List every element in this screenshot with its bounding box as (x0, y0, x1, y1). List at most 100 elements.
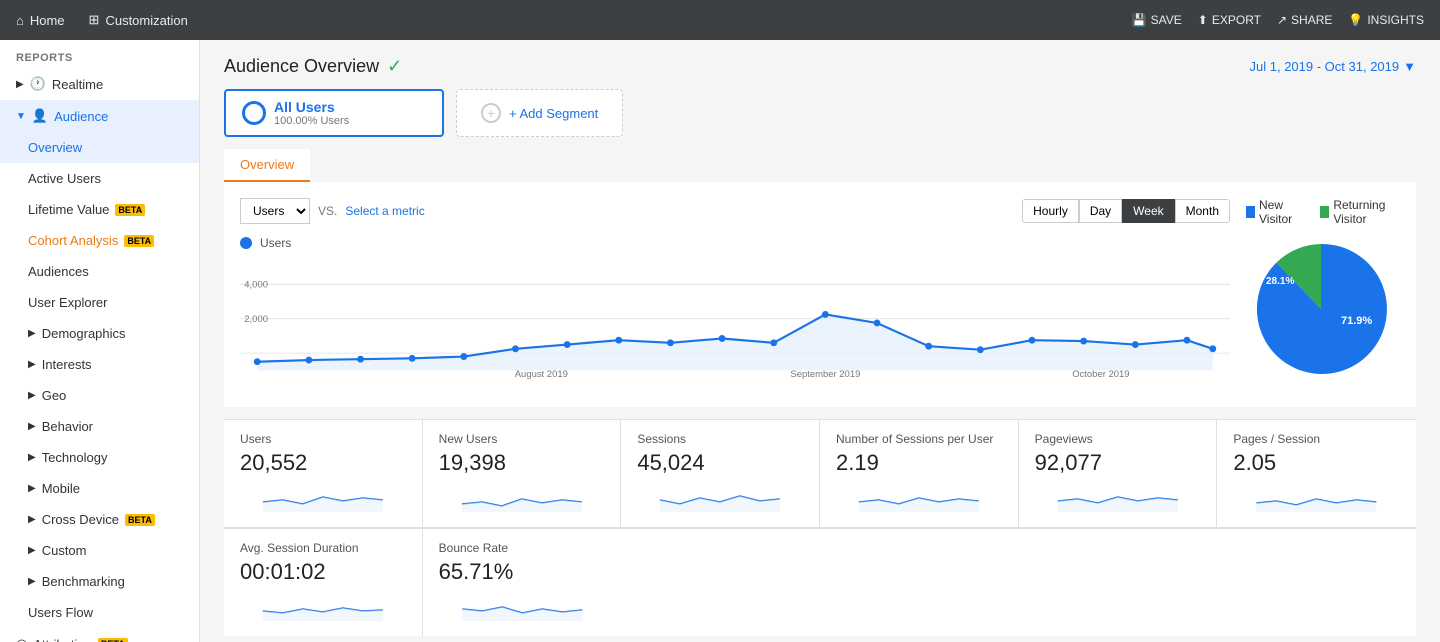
sidebar-item-realtime[interactable]: ▶ 🕐 Realtime (0, 68, 199, 100)
metric-avg-session: Avg. Session Duration 00:01:02 (224, 529, 423, 636)
nav-customization[interactable]: ⊞ Customization (89, 12, 188, 28)
metric-sessions: Sessions 45,024 (621, 420, 820, 528)
svg-text:71.9%: 71.9% (1341, 315, 1372, 327)
beta-badge-cross: BETA (125, 514, 155, 526)
metric-users: Users 20,552 (224, 420, 423, 528)
svg-text:28.1%: 28.1% (1266, 276, 1294, 287)
insights-icon: 💡 (1348, 13, 1363, 27)
sidebar-item-demographics[interactable]: ▶ Demographics (0, 318, 199, 349)
beta-badge-lifetime: BETA (115, 204, 145, 216)
svg-text:October 2019: October 2019 (1072, 369, 1129, 380)
sparkline-spu (836, 482, 1002, 512)
home-icon: ⌂ (16, 13, 24, 28)
reports-label: REPORTS (0, 40, 199, 68)
beta-badge-attribution: BETA (98, 638, 128, 642)
sidebar-item-custom[interactable]: ▶ Custom (0, 535, 199, 566)
sidebar-item-audience[interactable]: ▼ 👤 Audience (0, 100, 199, 132)
export-button[interactable]: ⬆ EXPORT (1198, 13, 1261, 27)
overview-tab[interactable]: Overview (224, 149, 310, 182)
sidebar-item-interests[interactable]: ▶ Interests (0, 349, 199, 380)
page-title: Audience Overview (224, 56, 379, 77)
new-visitor-legend-label: New Visitor (1259, 198, 1304, 226)
verified-icon: ✓ (387, 56, 402, 77)
grid-icon: ⊞ (89, 12, 100, 28)
pie-chart: 71.9% 28.1% (1246, 234, 1396, 384)
add-circle: + (481, 103, 501, 123)
insights-button[interactable]: 💡 INSIGHTS (1348, 13, 1424, 27)
metric-new-users: New Users 19,398 (423, 420, 622, 528)
chevron-right-icon-demo: ▶ (28, 328, 36, 339)
nav-home[interactable]: ⌂ Home (16, 13, 65, 28)
sidebar-item-cross-device[interactable]: ▶ Cross Device BETA (0, 504, 199, 535)
legend-label: Users (260, 236, 291, 250)
sidebar-item-lifetime-value[interactable]: Lifetime Value BETA (0, 194, 199, 225)
metric-select[interactable]: Users (240, 198, 310, 224)
chevron-right-icon-interests: ▶ (28, 359, 36, 370)
sparkline-bounce (439, 591, 606, 621)
time-btn-week[interactable]: Week (1122, 199, 1174, 223)
chevron-right-icon-cross: ▶ (28, 514, 36, 525)
sidebar-item-benchmarking[interactable]: ▶ Benchmarking (0, 566, 199, 597)
customization-label: Customization (105, 13, 187, 28)
time-btn-month[interactable]: Month (1175, 199, 1230, 223)
sparkline-pps (1233, 482, 1400, 512)
sidebar: REPORTS ▶ 🕐 Realtime ▼ 👤 Audience Overvi… (0, 40, 200, 642)
select-metric-link[interactable]: Select a metric (345, 204, 424, 218)
segment-bar: All Users 100.00% Users + + Add Segment (224, 89, 1416, 137)
chevron-down-icon: ▼ (1403, 59, 1416, 74)
metric-bounce-rate: Bounce Rate 65.71% (423, 529, 622, 636)
sidebar-item-users-flow[interactable]: Users Flow (0, 597, 199, 628)
vs-label: VS. (318, 204, 337, 218)
share-icon: ↗ (1277, 13, 1287, 27)
pie-legend: New Visitor Returning Visitor (1246, 198, 1400, 226)
chevron-right-icon-behavior: ▶ (28, 421, 36, 432)
save-icon: 💾 (1132, 13, 1147, 27)
time-btn-hourly[interactable]: Hourly (1022, 199, 1079, 223)
chart-controls: Users VS. Select a metric Hourly Day Wee… (240, 198, 1230, 224)
chart-container: Users VS. Select a metric Hourly Day Wee… (224, 182, 1416, 407)
line-chart: 4,000 2,000 (240, 258, 1230, 388)
save-button[interactable]: 💾 SAVE (1132, 13, 1182, 27)
segment-sub: 100.00% Users (274, 115, 349, 127)
sidebar-item-geo[interactable]: ▶ Geo (0, 380, 199, 411)
time-buttons: Hourly Day Week Month (1022, 199, 1230, 223)
sidebar-item-cohort-analysis[interactable]: Cohort Analysis BETA (0, 225, 199, 256)
metric-sessions-per-user: Number of Sessions per User 2.19 (820, 420, 1019, 528)
beta-badge-cohort: BETA (124, 235, 154, 247)
time-btn-day[interactable]: Day (1079, 199, 1122, 223)
sparkline-sessions (637, 482, 803, 512)
new-visitor-legend-dot (1246, 206, 1255, 218)
sidebar-item-mobile[interactable]: ▶ Mobile (0, 473, 199, 504)
sidebar-item-user-explorer[interactable]: User Explorer (0, 287, 199, 318)
add-segment-button[interactable]: + + Add Segment (456, 89, 623, 137)
chevron-right-icon-bench: ▶ (28, 576, 36, 587)
sidebar-item-active-users[interactable]: Active Users (0, 163, 199, 194)
sparkline-pageviews (1035, 482, 1201, 512)
sparkline-avg-session (240, 591, 406, 621)
svg-text:September 2019: September 2019 (790, 369, 860, 380)
returning-visitor-legend-dot (1320, 206, 1329, 218)
legend-dot (240, 237, 252, 249)
share-button[interactable]: ↗ SHARE (1277, 13, 1332, 27)
chart-legend: Users (240, 236, 1230, 250)
top-nav-right: 💾 SAVE ⬆ EXPORT ↗ SHARE 💡 INSIGHTS (1132, 13, 1424, 27)
chevron-right-icon-geo: ▶ (28, 390, 36, 401)
export-icon: ⬆ (1198, 13, 1208, 27)
svg-text:2,000: 2,000 (244, 314, 268, 325)
sidebar-item-overview[interactable]: Overview (0, 132, 199, 163)
sidebar-item-attribution[interactable]: ◎ Attribution BETA (0, 628, 199, 642)
top-nav: ⌂ Home ⊞ Customization 💾 SAVE ⬆ EXPORT ↗… (0, 0, 1440, 40)
svg-text:August 2019: August 2019 (515, 369, 568, 380)
sidebar-item-technology[interactable]: ▶ Technology (0, 442, 199, 473)
sparkline-users (240, 482, 406, 512)
home-label: Home (30, 13, 65, 28)
metrics-grid: Users 20,552 New Users 19,398 (224, 419, 1416, 528)
person-icon: 👤 (32, 108, 48, 124)
date-range-picker[interactable]: Jul 1, 2019 - Oct 31, 2019 ▼ (1250, 59, 1416, 74)
sidebar-item-behavior[interactable]: ▶ Behavior (0, 411, 199, 442)
chevron-right-icon-mobile: ▶ (28, 483, 36, 494)
sidebar-item-audiences[interactable]: Audiences (0, 256, 199, 287)
svg-text:4,000: 4,000 (244, 280, 268, 291)
active-segment[interactable]: All Users 100.00% Users (224, 89, 444, 137)
chevron-down-icon: ▼ (16, 111, 26, 122)
